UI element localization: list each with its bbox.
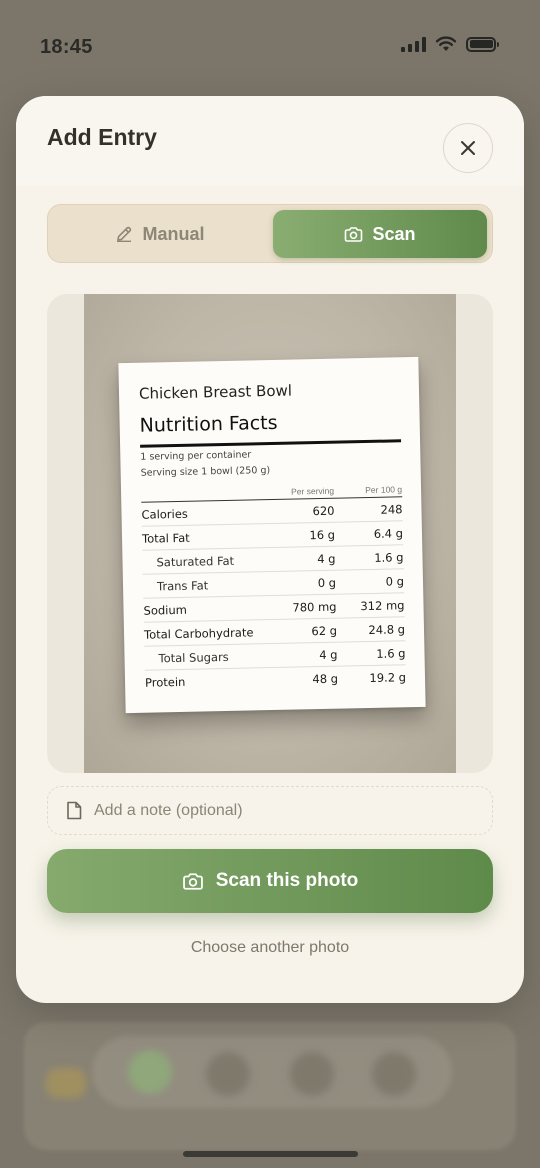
battery-icon bbox=[466, 36, 499, 52]
status-time: 18:45 bbox=[40, 36, 93, 58]
nutrient-name: Sodium bbox=[143, 602, 188, 618]
per-serving-value: 62 g bbox=[311, 623, 338, 638]
scan-photo-label: Scan this photo bbox=[215, 870, 359, 891]
per-100g-value: 1.6 g bbox=[376, 645, 406, 661]
choose-another-photo-link[interactable]: Choose another photo bbox=[16, 939, 524, 957]
per-serving-value: 16 g bbox=[309, 527, 336, 542]
nutrient-name: Total Sugars bbox=[158, 649, 229, 665]
camera-icon bbox=[182, 872, 203, 890]
nutrition-row: Protein 48 g 19.2 g bbox=[145, 665, 406, 694]
product-name: Chicken Breast Bowl bbox=[138, 381, 293, 403]
per-serving-value: 620 bbox=[312, 503, 335, 518]
per-100g-value: 312 mg bbox=[360, 597, 405, 613]
nutrition-label-image: Chicken Breast Bowl Nutrition Facts 1 se… bbox=[118, 356, 426, 714]
nutrition-facts-heading: Nutrition Facts bbox=[139, 411, 278, 437]
nutrient-name: Protein bbox=[144, 674, 186, 690]
per-serving-value: 4 g bbox=[319, 647, 338, 662]
background-icon bbox=[290, 1052, 334, 1096]
nutrient-name: Total Fat bbox=[141, 530, 190, 546]
tab-manual[interactable]: Manual bbox=[53, 210, 267, 258]
per-serving-value: 4 g bbox=[317, 551, 336, 566]
per-100g-value: 1.6 g bbox=[374, 549, 404, 565]
servings-per-container: 1 serving per container bbox=[140, 449, 252, 463]
per-serving-value: 0 g bbox=[317, 575, 337, 590]
background-icon bbox=[372, 1052, 416, 1096]
per-serving-value: 780 mg bbox=[292, 599, 337, 615]
cellular-signal-icon bbox=[401, 36, 426, 52]
add-entry-modal: Add Entry Manual Scan Chicken Breast Bow… bbox=[16, 96, 524, 1003]
camera-icon bbox=[345, 226, 363, 242]
nutrient-name: Saturated Fat bbox=[156, 553, 235, 569]
scan-photo-button[interactable]: Scan this photo bbox=[47, 849, 493, 913]
per-serving-value: 48 g bbox=[312, 671, 339, 687]
pencil-icon bbox=[117, 226, 132, 242]
background-icon bbox=[206, 1052, 250, 1096]
background-icon bbox=[128, 1050, 172, 1094]
per-100g-value: 19.2 g bbox=[369, 670, 407, 685]
status-icons bbox=[401, 36, 499, 52]
column-per-100g: Per 100 g bbox=[365, 484, 403, 496]
modal-title: Add Entry bbox=[47, 124, 157, 150]
column-per-serving: Per serving bbox=[290, 485, 335, 497]
tab-scan-label: Scan bbox=[372, 223, 416, 244]
nutrient-name: Calories bbox=[141, 506, 188, 522]
per-100g-value: 248 bbox=[380, 501, 403, 517]
home-indicator[interactable] bbox=[183, 1151, 358, 1157]
note-field[interactable] bbox=[47, 786, 493, 835]
background-icon bbox=[46, 1068, 86, 1098]
per-100g-value: 24.8 g bbox=[368, 621, 406, 637]
document-icon bbox=[67, 801, 82, 820]
close-button[interactable] bbox=[443, 123, 493, 173]
nutrient-name: Total Carbohydrate bbox=[143, 624, 254, 642]
tab-manual-label: Manual bbox=[142, 223, 205, 244]
per-100g-value: 0 g bbox=[385, 573, 405, 589]
nutrition-table: Calories 620 248 Total Fat 16 g 6.4 g Saturate… bbox=[141, 497, 406, 694]
nutrient-name: Trans Fat bbox=[156, 577, 209, 593]
note-input[interactable] bbox=[94, 801, 454, 820]
tab-scan[interactable]: Scan bbox=[273, 210, 487, 258]
status-bar: 18:45 bbox=[0, 0, 540, 90]
per-100g-value: 6.4 g bbox=[373, 525, 404, 541]
close-icon bbox=[461, 141, 475, 155]
serving-size: Serving size 1 bowl (250 g) bbox=[140, 465, 271, 479]
entry-mode-toggle: Manual Scan bbox=[47, 204, 493, 263]
wifi-icon bbox=[435, 36, 457, 51]
